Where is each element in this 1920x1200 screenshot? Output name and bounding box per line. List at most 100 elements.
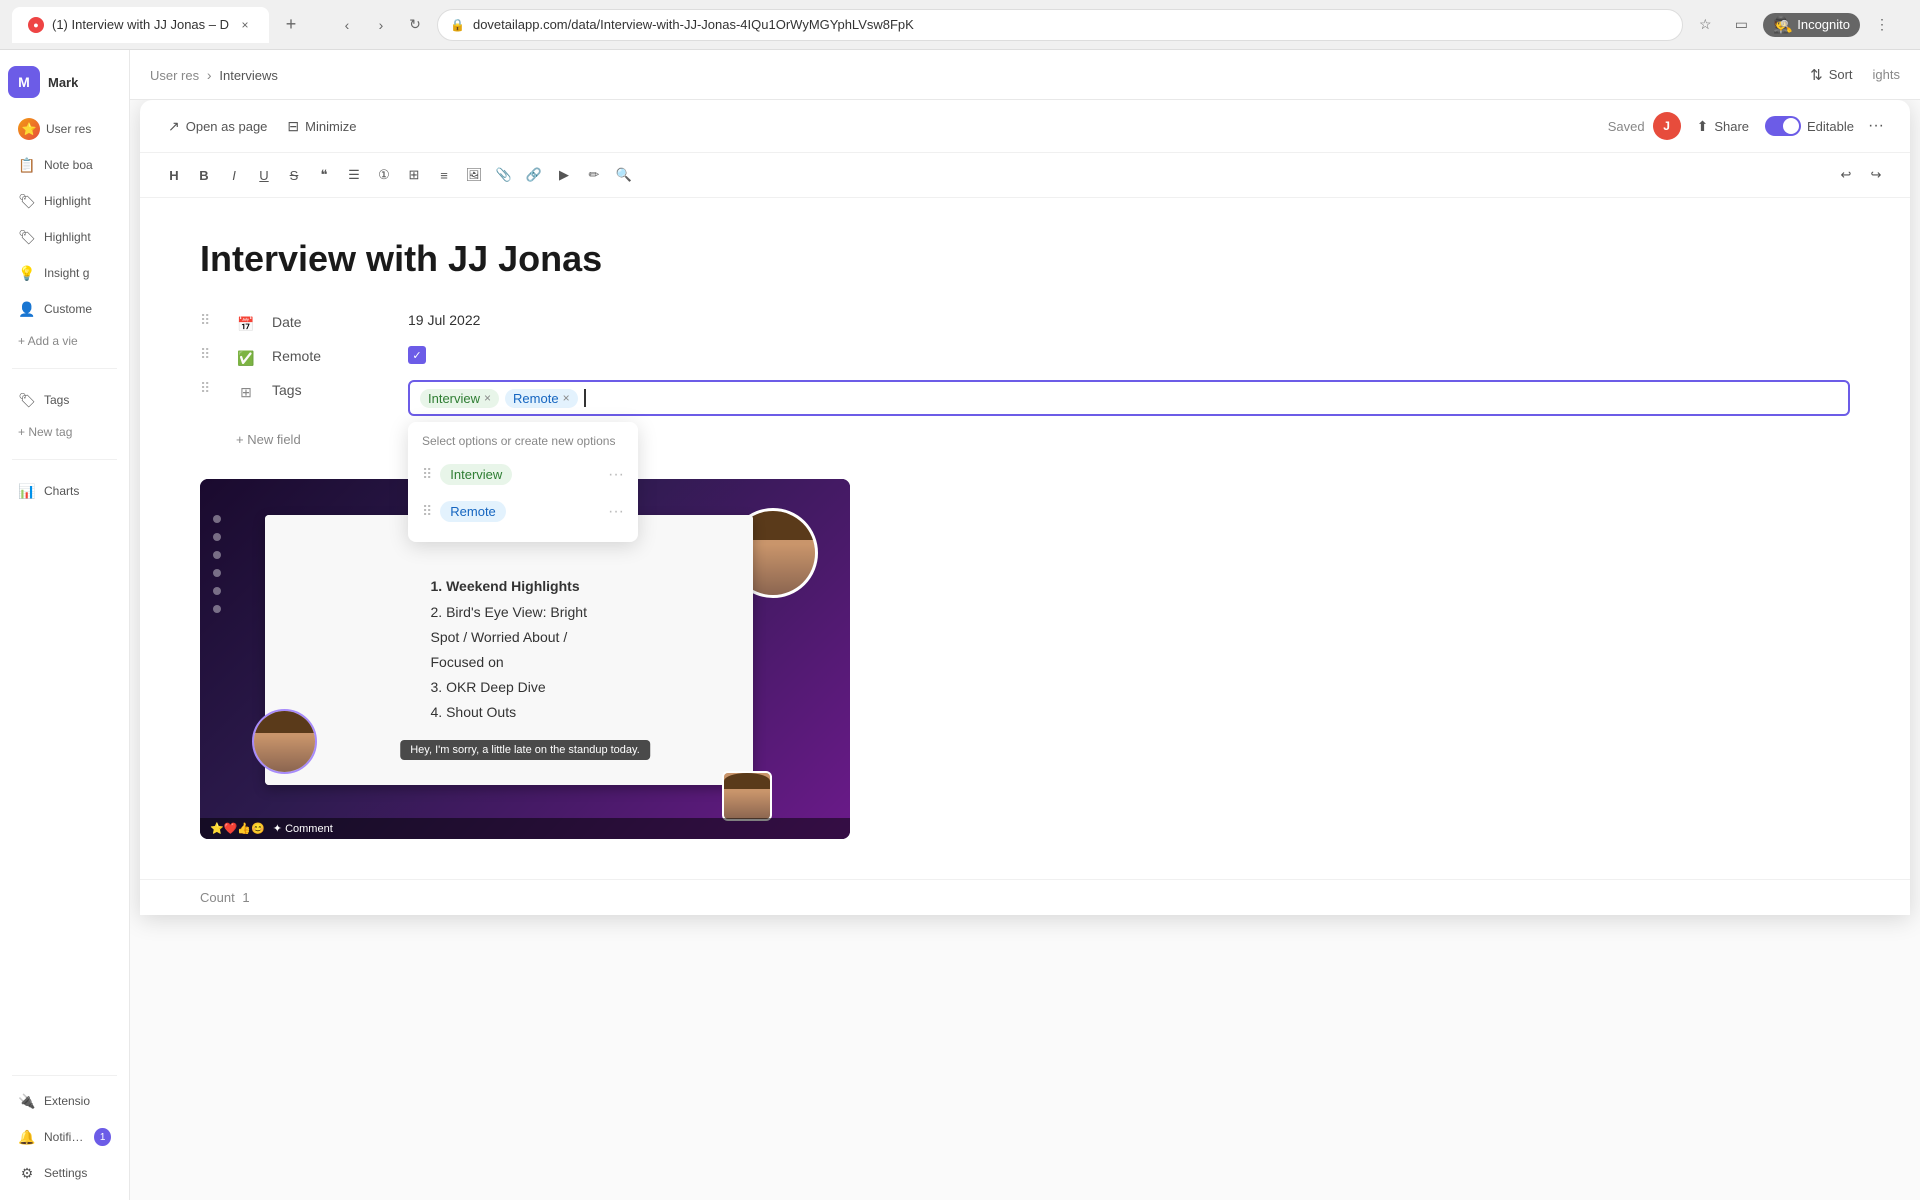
tags-input[interactable]: Interview × Remote × (408, 380, 1850, 416)
document-panel: ↗ Open as page ⊟ Minimize Saved J ⬆ (140, 100, 1910, 915)
sidebar-label-settings: Settings (44, 1166, 87, 1180)
sidebar-item-customer[interactable]: 👤 Custome (6, 292, 123, 326)
doc-toolbar-left: ↗ Open as page ⊟ Minimize (160, 114, 364, 139)
sidebar-label-highlights2: Highlight (44, 230, 91, 244)
dropdown-more-remote[interactable]: ··· (608, 503, 624, 521)
remote-drag-handle[interactable]: ⠿ (200, 346, 220, 363)
back-btn[interactable]: ‹ (333, 11, 361, 39)
more-options-doc-btn[interactable]: ··· (1862, 112, 1890, 140)
sidebar-label-highlights1: Highlight (44, 194, 91, 208)
notifications-icon: 🔔 (18, 1128, 36, 1146)
sort-label: Sort (1829, 67, 1853, 82)
sidebar-item-user-res[interactable]: ⭐ User res (6, 112, 123, 146)
dropdown-more-interview[interactable]: ··· (608, 466, 624, 484)
minimize-btn[interactable]: ⊟ Minimize (279, 114, 364, 139)
address-bar[interactable]: 🔒 dovetailapp.com/data/Interview-with-JJ… (437, 9, 1683, 41)
tab-close-btn[interactable]: × (237, 17, 253, 33)
new-field-btn[interactable]: + New field (236, 428, 301, 451)
browser-actions: ☆ ▭ 🕵 Incognito ⋮ (1691, 11, 1896, 39)
more-options-btn[interactable]: ⋮ (1868, 11, 1896, 39)
heading-btn[interactable]: H (160, 161, 188, 189)
count-label: Count (200, 890, 235, 905)
sidebar-label-user-res: User res (46, 122, 91, 136)
sidebar-item-highlights2[interactable]: 🏷 Highlight (6, 220, 123, 254)
sidebar-item-note-boards[interactable]: 📋 Note boa (6, 148, 123, 182)
browser-chrome: ● (1) Interview with JJ Jonas – D × + ‹ … (0, 0, 1920, 50)
new-tag-btn[interactable]: + New tag (6, 419, 123, 445)
strikethrough-btn[interactable]: S (280, 161, 308, 189)
sidebar-label-insight: Insight g (44, 266, 89, 280)
sidebar-item-extensions[interactable]: 🔌 Extensio (6, 1084, 123, 1118)
notification-badge: 1 (94, 1128, 111, 1146)
date-value[interactable]: 19 Jul 2022 (408, 312, 480, 328)
image-btn[interactable]: 🖼 (460, 161, 488, 189)
sidebar-item-tags[interactable]: 🏷 Tags (6, 383, 123, 417)
new-tab-button[interactable]: + (277, 11, 305, 39)
sidebar-item-settings[interactable]: ⚙ Settings (6, 1156, 123, 1190)
incognito-badge[interactable]: 🕵 Incognito (1763, 13, 1860, 37)
sidebar-dot-3 (213, 551, 221, 559)
sidebar-item-highlights1[interactable]: 🏷 Highlight (6, 184, 123, 218)
video-reaction-bar[interactable]: ⭐❤️👍😊 ✦ Comment (200, 818, 850, 839)
user-avatar: J (1653, 112, 1681, 140)
redo-btn[interactable]: ↪ (1862, 161, 1890, 189)
tags-drag-handle[interactable]: ⠿ (200, 380, 220, 397)
tag-remote-remove[interactable]: × (563, 391, 570, 405)
dropdown-drag-handle-1[interactable]: ⠿ (422, 466, 432, 483)
dropdown-tag-interview[interactable]: Interview (440, 464, 512, 485)
sidebar-label-customer: Custome (44, 302, 92, 316)
sidebar-dot-2 (213, 533, 221, 541)
date-label: Date (272, 312, 392, 330)
tag-chip-remote[interactable]: Remote × (505, 389, 578, 408)
share-btn[interactable]: ⬆ Share (1689, 114, 1757, 139)
video-sidebar-dots (213, 515, 221, 613)
dropdown-item-interview[interactable]: ⠿ Interview ··· (408, 456, 638, 493)
browser-tab[interactable]: ● (1) Interview with JJ Jonas – D × (12, 7, 269, 43)
numbered-list-btn[interactable]: ① (370, 161, 398, 189)
italic-btn[interactable]: I (220, 161, 248, 189)
bookmark-btn[interactable]: ☆ (1691, 11, 1719, 39)
video-btn[interactable]: ▶ (550, 161, 578, 189)
dropdown-header: Select options or create new options (408, 434, 638, 456)
bullet-list-btn[interactable]: ☰ (340, 161, 368, 189)
doc-content: Interview with JJ Jonas ⠿ 📅 Date 19 Jul … (140, 198, 1910, 879)
draw-btn[interactable]: ✏ (580, 161, 608, 189)
dropdown-tag-remote[interactable]: Remote (440, 501, 506, 522)
doc-toolbar-right: Saved J ⬆ Share Editable ··· (1608, 112, 1890, 140)
blockquote-btn[interactable]: ❝ (310, 161, 338, 189)
open-as-page-btn[interactable]: ↗ Open as page (160, 114, 275, 139)
add-view-btn[interactable]: + Add a vie (6, 328, 123, 354)
search-in-doc-btn[interactable]: 🔍 (610, 161, 638, 189)
sort-button[interactable]: ⇅ Sort (1798, 60, 1864, 90)
tab-favicon: ● (28, 17, 44, 33)
doc-title: Interview with JJ Jonas (200, 238, 1850, 280)
underline-btn[interactable]: U (250, 161, 278, 189)
editable-toggle[interactable]: Editable (1765, 116, 1854, 136)
tag-interview-remove[interactable]: × (484, 391, 491, 405)
sidebar-item-charts[interactable]: 📊 Charts (6, 474, 123, 508)
reload-btn[interactable]: ↻ (401, 11, 429, 39)
sidebar-label-notifications: Notificati (44, 1130, 86, 1144)
undo-btn[interactable]: ↩ (1832, 161, 1860, 189)
align-btn[interactable]: ≡ (430, 161, 458, 189)
sidebar-item-insight-g[interactable]: 💡 Insight g (6, 256, 123, 290)
sidebar-header: M Mark (0, 58, 129, 106)
tag-chip-interview[interactable]: Interview × (420, 389, 499, 408)
extensions-icon: 🔌 (18, 1092, 36, 1110)
forward-btn[interactable]: › (367, 11, 395, 39)
dropdown-item-remote[interactable]: ⠿ Remote ··· (408, 493, 638, 530)
table-btn[interactable]: ⊞ (400, 161, 428, 189)
cast-btn[interactable]: ▭ (1727, 11, 1755, 39)
speaker-bubble-main (252, 709, 317, 774)
attachment-btn[interactable]: 📎 (490, 161, 518, 189)
browser-navigation: ‹ › ↻ (333, 11, 429, 39)
sidebar-item-notifications[interactable]: 🔔 Notificati 1 (6, 1120, 123, 1154)
link-btn[interactable]: 🔗 (520, 161, 548, 189)
remote-checkbox[interactable]: ✓ (408, 346, 426, 364)
main-header-actions: ⇅ Sort ights (1798, 60, 1900, 90)
date-drag-handle[interactable]: ⠿ (200, 312, 220, 329)
dropdown-drag-handle-2[interactable]: ⠿ (422, 503, 432, 520)
share-icon: ⬆ (1697, 118, 1709, 135)
toggle-switch[interactable] (1765, 116, 1801, 136)
bold-btn[interactable]: B (190, 161, 218, 189)
